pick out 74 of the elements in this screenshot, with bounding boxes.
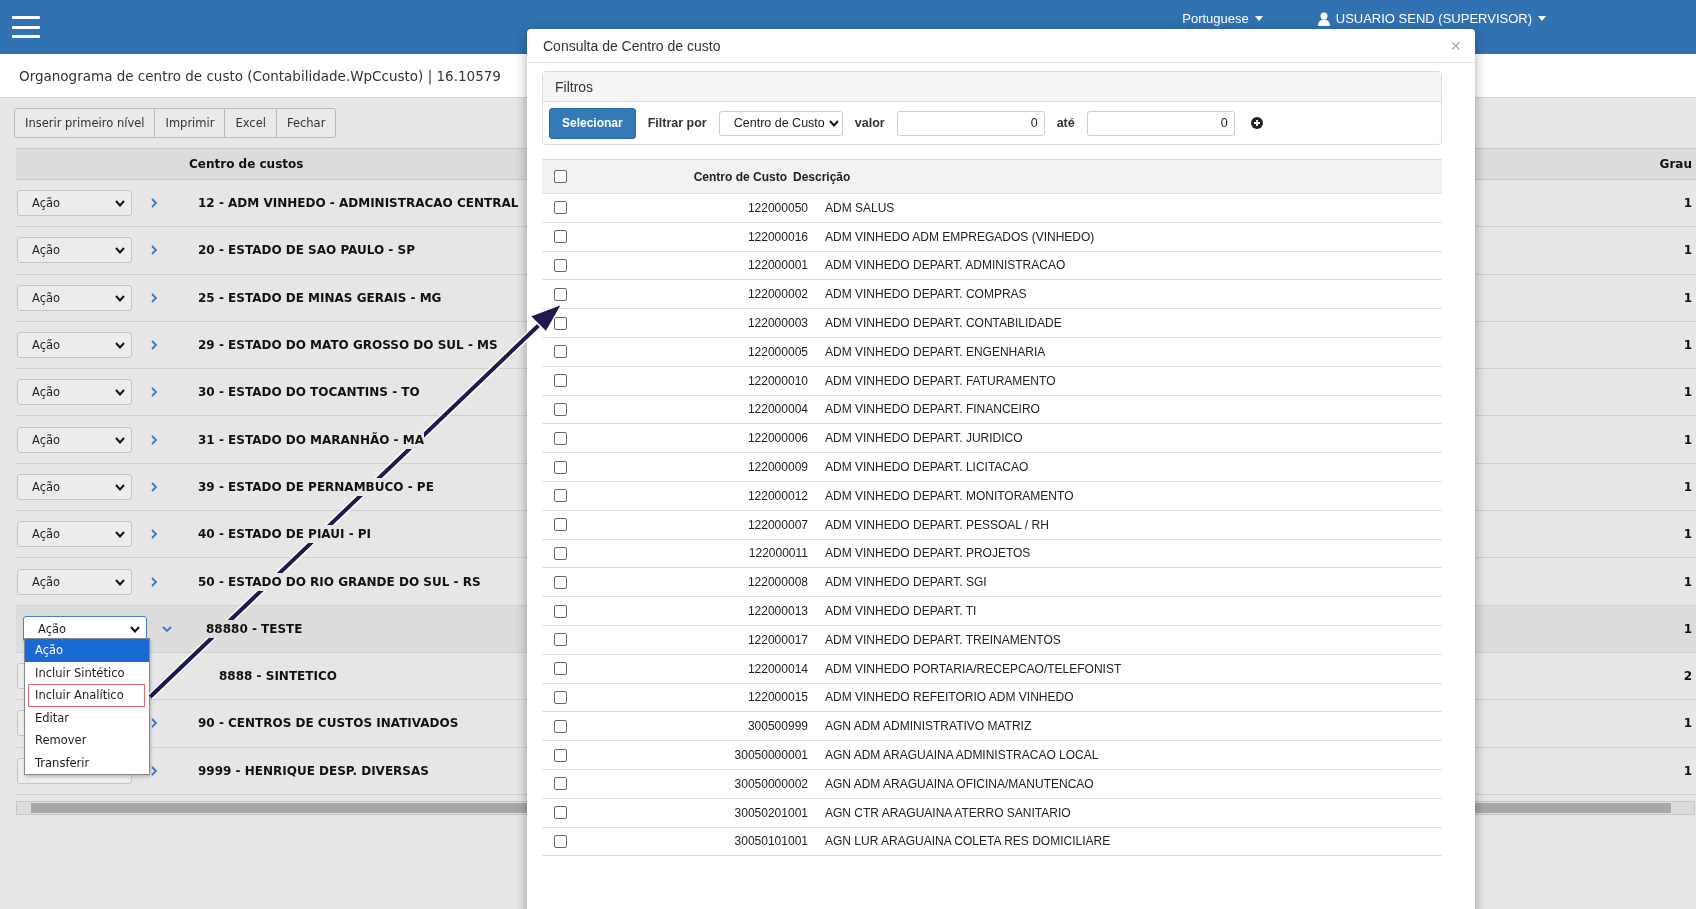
table-cell: ADM VINHEDO DEPART. FINANCEIRO [825, 402, 1040, 417]
grau-cell: 1 [1683, 432, 1692, 447]
table-cell-text: 30050000001 [733, 748, 808, 763]
table-cell: ADM VINHEDO DEPART. JURIDICO [825, 431, 1023, 446]
column-header: Centro de custos [189, 157, 304, 171]
table-cell-text: 122000015 [746, 690, 808, 705]
cost-center-label: 88880 - TESTE [206, 619, 303, 638]
table-cell-text: 122000017 [746, 632, 808, 647]
cost-center-label: 50 - ESTADO DO RIO GRANDE DO SUL - RS [198, 572, 481, 591]
table-cell: AGN ADM ADMINISTRATIVO MATRIZ [825, 719, 1032, 734]
table-cell: ADM SALUS [825, 200, 895, 215]
table-cell-text: 30050101001 [733, 834, 808, 849]
table-cell-text: 122000004 [746, 402, 808, 417]
table-cell: AGN ADM ARAGUAINA OFICINA/MANUTENCAO [825, 776, 1094, 791]
field-label: até [1056, 116, 1075, 130]
table-cell: ADM VINHEDO DEPART. PROJETOS [825, 546, 1031, 561]
panel-title: Filtros [555, 78, 594, 95]
grau-cell: 1 [1683, 479, 1692, 494]
table-cell: ADM VINHEDO DEPART. CONTABILIDADE [825, 316, 1062, 331]
table-cell: AGN CTR ARAGUAINA ATERRO SANITARIO [825, 805, 1071, 820]
grau-cell: 1 [1683, 385, 1692, 400]
table-cell-text: 122000001 [746, 258, 808, 273]
grau-cell: 1 [1683, 338, 1692, 353]
table-cell: AGN ADM ARAGUAINA ADMINISTRACAO LOCAL [825, 748, 1099, 763]
table-cell: ADM VINHEDO DEPART. TI [825, 604, 977, 619]
page-title: Organograma de centro de custo (Contabilidade.WpCcusto) | 16.10579 [19, 67, 501, 84]
table-cell-text: 122000002 [746, 287, 808, 302]
table-cell: ADM VINHEDO REFEITORIO ADM VINHEDO [825, 690, 1074, 705]
grau-cell: 1 [1683, 574, 1692, 589]
grau-cell: 1 [1683, 196, 1692, 211]
table-cell-text: 30050000002 [733, 776, 808, 791]
dialog-title: Consulta de Centro de custo [543, 37, 722, 54]
table-cell: ADM VINHEDO DEPART. LICITACAO [825, 460, 1029, 475]
grau-cell: 1 [1683, 716, 1692, 731]
table-cell: ADM VINHEDO DEPART. ENGENHARIA [825, 344, 1046, 359]
table-cell-text: 122000007 [746, 517, 808, 532]
table-cell-text: 122000014 [746, 661, 808, 676]
table-cell-text: 122000008 [746, 575, 808, 590]
table-cell-text: 122000010 [746, 373, 808, 388]
table-cell: ADM VINHEDO DEPART. FATURAMENTO [825, 373, 1056, 388]
table-cell-text: 122000012 [746, 488, 808, 503]
cost-center-label: 40 - ESTADO DE PIAUI - PI [198, 525, 372, 544]
table-cell: ADM VINHEDO ADM EMPREGADOS (VINHEDO) [825, 229, 1095, 244]
table-cell-text: 122000006 [746, 431, 808, 446]
grau-cell: 1 [1683, 763, 1692, 778]
table-cell-text: 122000005 [746, 344, 808, 359]
cost-center-label: 39 - ESTADO DE PERNAMBUCO - PE [198, 477, 434, 496]
table-cell-text: 122000009 [746, 460, 808, 475]
column-header: Descrição [793, 169, 851, 184]
grau-cell: 1 [1683, 621, 1692, 636]
table-cell-text: 122000050 [746, 200, 808, 215]
field-label: valor [854, 116, 885, 130]
table-cell-text: 122000016 [746, 229, 808, 244]
table-cell-text: 30050201001 [733, 805, 808, 820]
table-cell: ADM VINHEDO DEPART. TREINAMENTOS [825, 632, 1061, 647]
table-cell: ADM VINHEDO DEPART. MONITORAMENTO [825, 488, 1074, 503]
column-header: Centro de Custo [692, 169, 787, 184]
table-cell: ADM VINHEDO DEPART. ADMINISTRACAO [825, 258, 1066, 273]
grau-cell: 1 [1683, 527, 1692, 542]
table-cell-text: 300500999 [746, 719, 808, 734]
field-label: Filtrar por [647, 116, 707, 130]
table-cell-text: 122000011 [747, 546, 808, 561]
table-cell: ADM VINHEDO PORTARIA/RECEPCAO/TELEFONIST [825, 661, 1122, 676]
grau-cell: 1 [1683, 243, 1692, 258]
table-cell: ADM VINHEDO DEPART. SGI [825, 575, 987, 590]
grau-cell: 1 [1683, 290, 1692, 305]
column-header: Grau [1659, 157, 1692, 171]
table-cell: ADM VINHEDO DEPART. COMPRAS [825, 287, 1027, 302]
table-cell-text: 122000003 [746, 316, 808, 331]
table-cell-text: 122000013 [746, 604, 808, 619]
table-cell: AGN LUR ARAGUAINA COLETA RES DOMICILIARE [825, 834, 1111, 849]
cost-center-label: 31 - ESTADO DO MARANHÃO - MA [198, 430, 424, 449]
grau-cell: 2 [1683, 669, 1692, 684]
table-cell: ADM VINHEDO DEPART. PESSOAL / RH [825, 517, 1049, 532]
